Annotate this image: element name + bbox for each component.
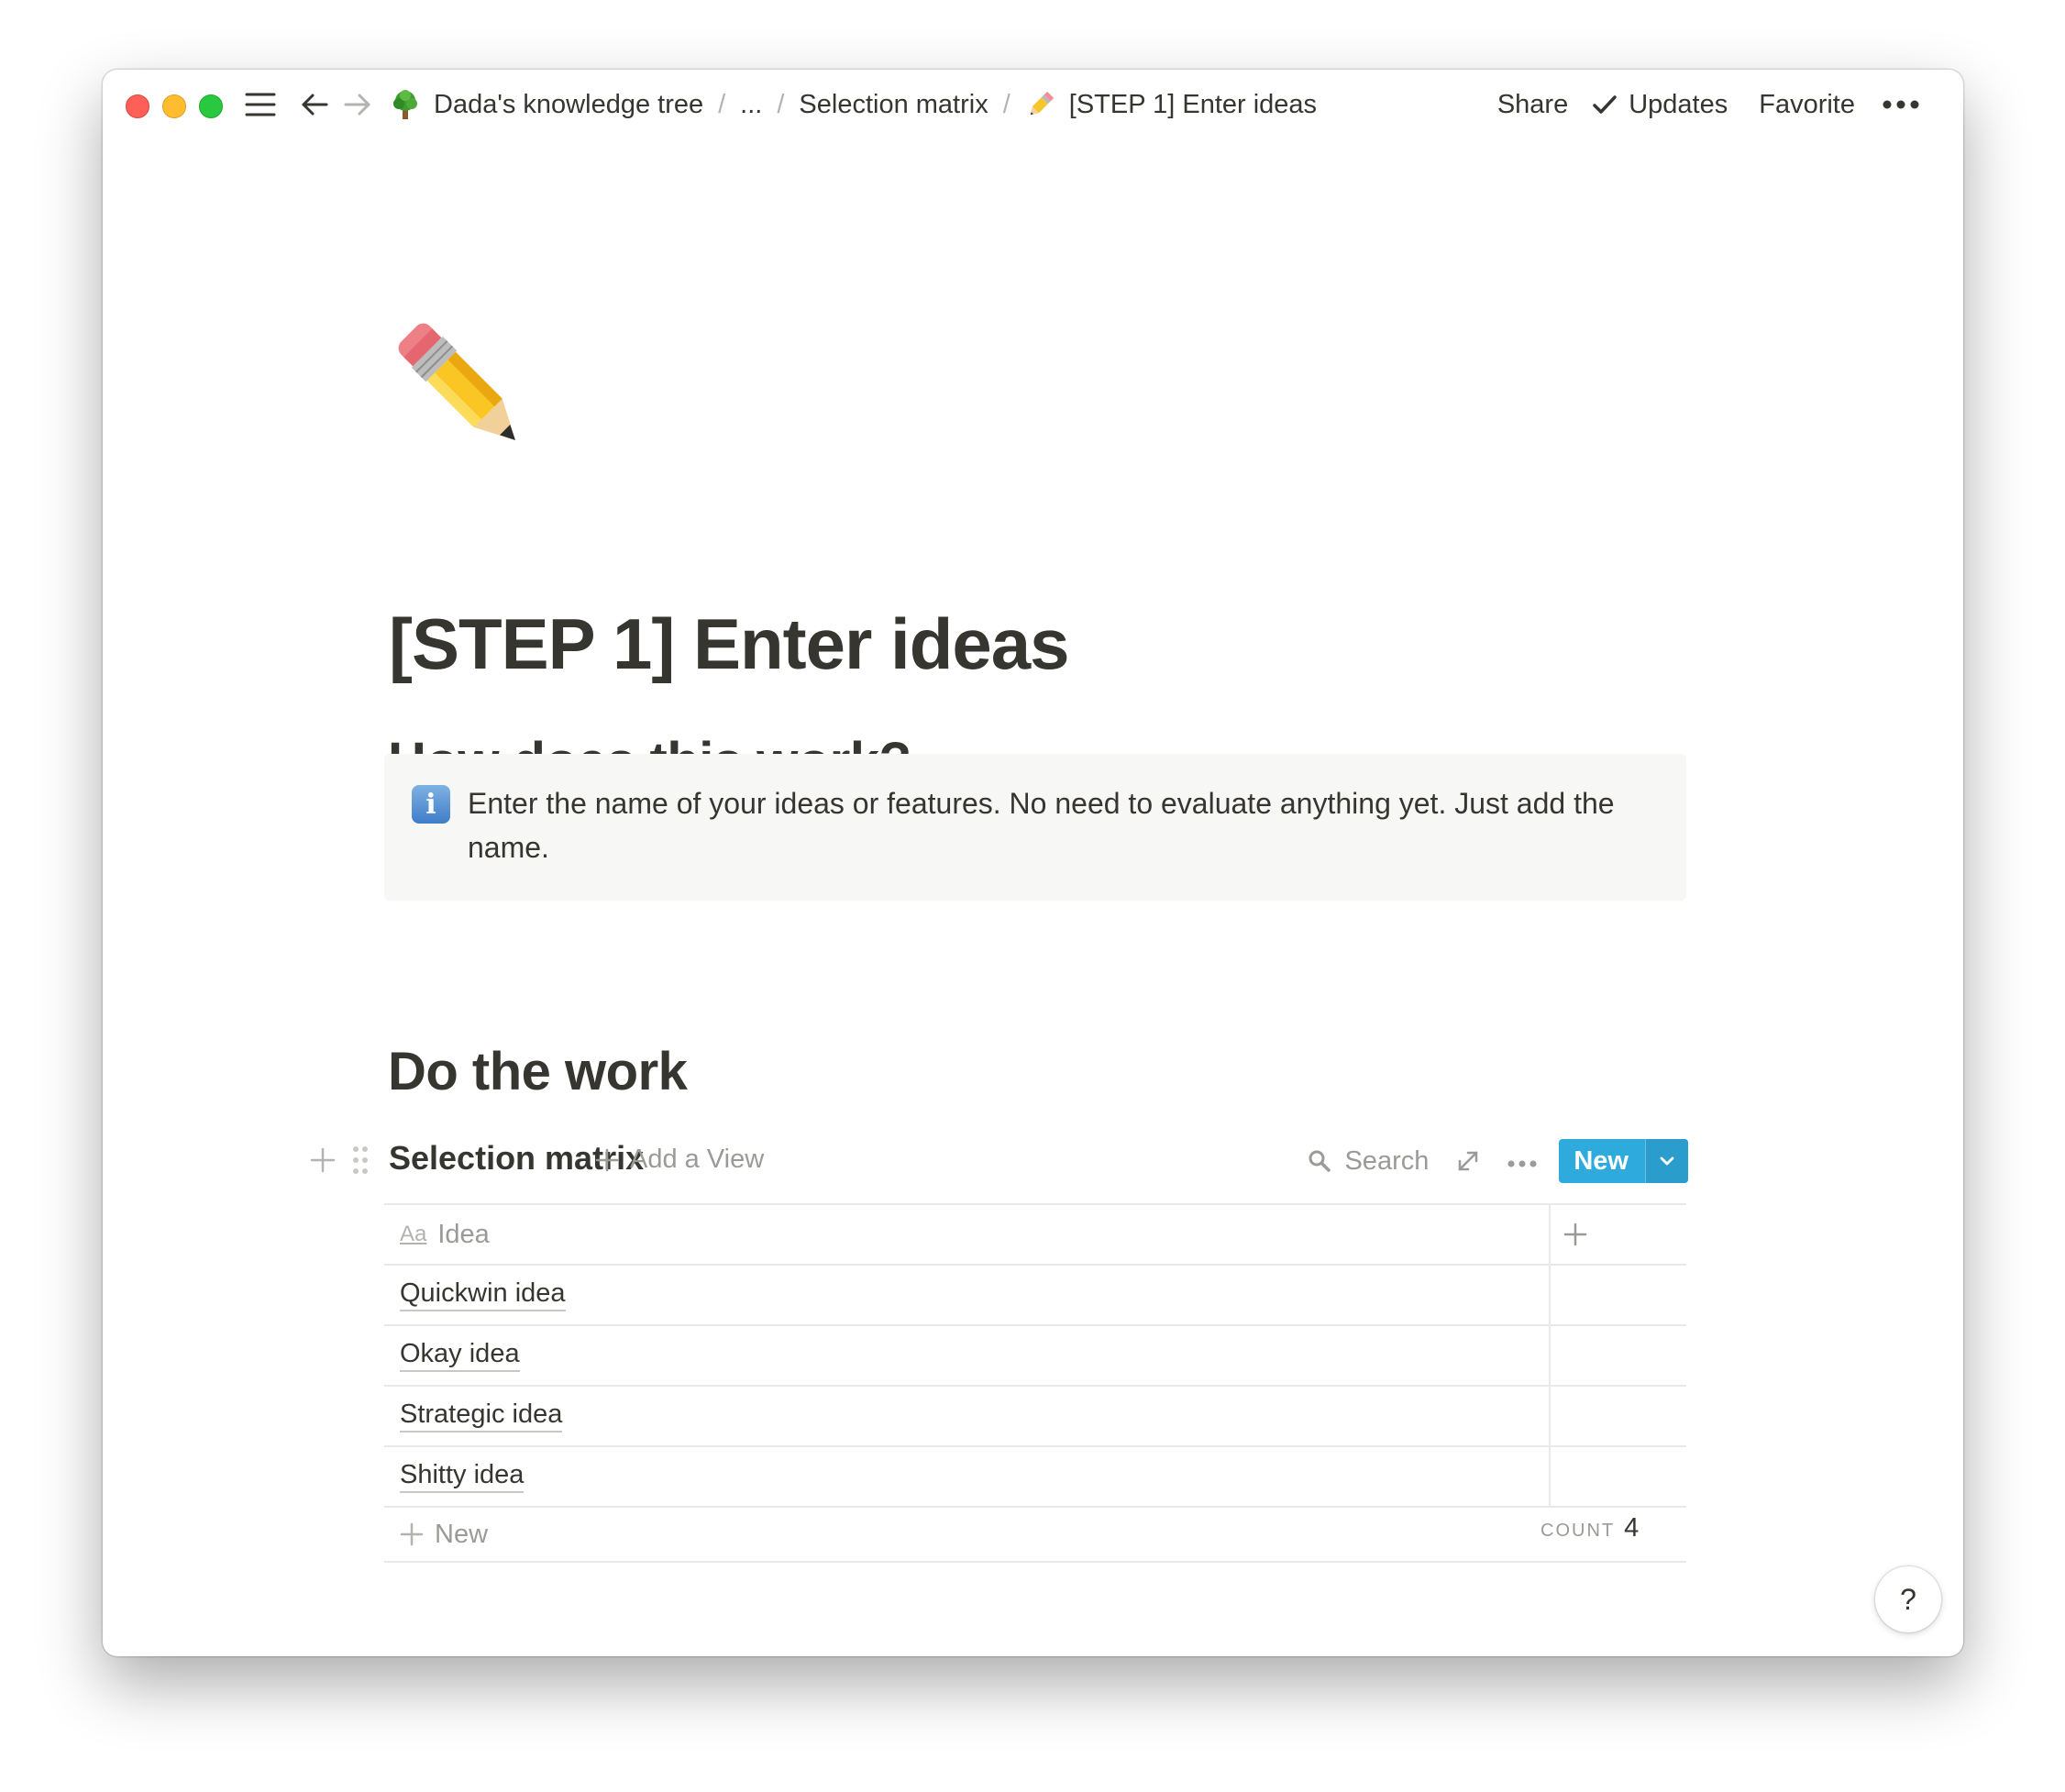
table-cell-empty[interactable] [1551, 1387, 1686, 1445]
database-more-icon[interactable] [1507, 1156, 1537, 1167]
add-block-icon[interactable] [309, 1146, 337, 1174]
table-cell-idea[interactable]: Quickwin idea [384, 1266, 1551, 1324]
callout-text[interactable]: Enter the name of your ideas or features… [468, 781, 1651, 869]
new-record-button[interactable]: New [1559, 1139, 1688, 1183]
count-label: COUNT [1540, 1521, 1616, 1541]
pencil-icon [1025, 89, 1056, 120]
help-button[interactable]: ? [1875, 1566, 1941, 1632]
table-cell-empty[interactable] [1551, 1447, 1686, 1506]
zoom-window-button[interactable] [199, 94, 223, 118]
database-search-button[interactable]: Search [1308, 1146, 1429, 1177]
breadcrumb-current[interactable]: [STEP 1] Enter ideas [1020, 89, 1322, 120]
topbar-actions: Share Updates Favorite [1466, 83, 1919, 126]
count-summary[interactable]: COUNT 4 [1540, 1513, 1639, 1543]
add-view-button[interactable]: Add a View [595, 1145, 764, 1175]
forward-arrow-icon[interactable] [341, 86, 374, 123]
favorite-button[interactable]: Favorite [1759, 90, 1855, 120]
callout-block[interactable]: i Enter the name of your ideas or featur… [384, 754, 1686, 901]
breadcrumb-workspace-label: Dada's knowledge tree [434, 89, 704, 119]
open-full-page-icon[interactable] [1454, 1147, 1482, 1175]
add-column-button[interactable] [1551, 1205, 1686, 1264]
breadcrumb: Dada's knowledge tree / ... / Selection … [390, 83, 1322, 126]
updates-label: Updates [1629, 89, 1728, 119]
app-window: Dada's knowledge tree / ... / Selection … [103, 70, 1963, 1656]
sidebar-toggle-icon[interactable] [242, 86, 279, 123]
breadcrumb-workspace[interactable]: Dada's knowledge tree [390, 89, 709, 120]
breadcrumb-separator: / [718, 89, 726, 119]
more-options-icon[interactable] [1883, 100, 1919, 109]
table-cell-empty[interactable] [1551, 1266, 1686, 1324]
table-cell-idea[interactable]: Okay idea [384, 1326, 1551, 1385]
add-view-label: Add a View [630, 1145, 765, 1174]
drag-handle-icon[interactable] [351, 1145, 370, 1176]
table-cell-empty[interactable] [1551, 1326, 1686, 1385]
close-window-button[interactable] [126, 94, 149, 118]
search-label: Search [1344, 1145, 1430, 1176]
chevron-down-icon[interactable] [1645, 1139, 1688, 1183]
table-row[interactable]: Shitty idea [384, 1445, 1686, 1506]
page-title[interactable]: [STEP 1] Enter ideas [389, 602, 1069, 688]
plus-icon [595, 1148, 619, 1171]
text-type-icon: Aa [400, 1222, 427, 1246]
add-row-button[interactable]: New [384, 1506, 1686, 1563]
database-tools: Search New [1308, 1139, 1688, 1183]
new-record-label: New [1574, 1145, 1629, 1176]
database-toolbar: Selection matrix Add a View Search New [309, 1134, 1688, 1190]
table-row[interactable]: Quickwin idea [384, 1264, 1686, 1324]
breadcrumb-separator: / [777, 89, 785, 119]
count-value: 4 [1624, 1513, 1640, 1543]
plus-icon [400, 1522, 424, 1546]
table-cell-idea[interactable]: Strategic idea [384, 1387, 1551, 1445]
breadcrumb-separator: / [1002, 89, 1010, 119]
page-icon-pencil[interactable] [389, 314, 536, 460]
row-title[interactable]: Okay idea [400, 1339, 520, 1372]
table-header-row: Aa Idea [384, 1203, 1686, 1264]
search-icon [1309, 1150, 1331, 1172]
column-header-label: Idea [437, 1219, 490, 1249]
database-table: Aa Idea Quickwin idea Okay idea Strategi… [384, 1203, 1686, 1563]
add-row-label: New [435, 1519, 489, 1549]
updates-button[interactable]: Updates [1592, 90, 1728, 120]
table-row[interactable]: Okay idea [384, 1324, 1686, 1385]
share-button[interactable]: Share [1497, 90, 1568, 120]
database-header [309, 1066, 1688, 1123]
breadcrumb-ellipsis[interactable]: ... [734, 90, 767, 120]
row-title[interactable]: Strategic idea [400, 1399, 563, 1432]
titlebar: Dada's knowledge tree / ... / Selection … [103, 70, 1963, 139]
minimize-window-button[interactable] [162, 94, 186, 118]
checkmark-icon [1593, 95, 1617, 114]
tree-icon [390, 89, 421, 120]
table-row[interactable]: Strategic idea [384, 1385, 1686, 1445]
back-arrow-icon[interactable] [298, 86, 331, 123]
breadcrumb-parent[interactable]: Selection matrix [793, 90, 993, 120]
breadcrumb-current-label: [STEP 1] Enter ideas [1068, 89, 1318, 119]
table-cell-idea[interactable]: Shitty idea [384, 1447, 1551, 1506]
column-header-idea[interactable]: Aa Idea [384, 1205, 1551, 1264]
information-icon[interactable]: i [412, 785, 450, 824]
row-title[interactable]: Shitty idea [400, 1460, 525, 1493]
row-title[interactable]: Quickwin idea [400, 1278, 566, 1311]
plus-icon [1563, 1222, 1587, 1246]
